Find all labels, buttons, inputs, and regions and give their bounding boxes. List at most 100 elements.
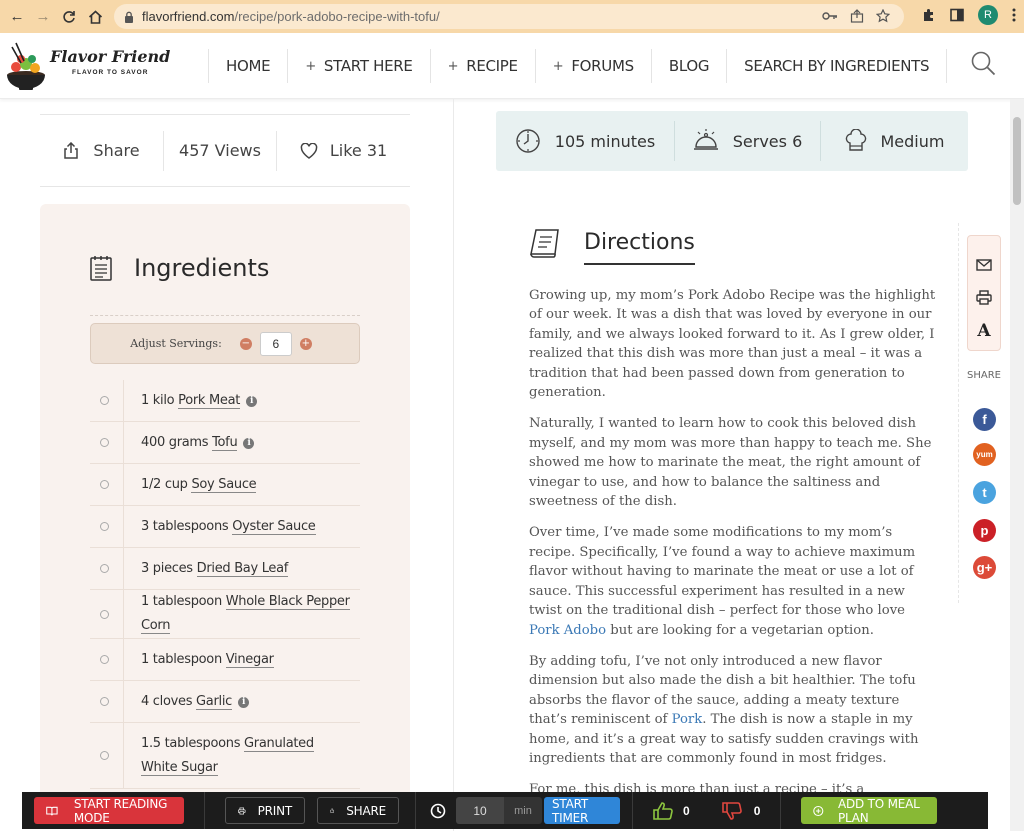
ingredient-checkbox[interactable] bbox=[100, 751, 109, 760]
likes-count: 0 bbox=[683, 803, 690, 818]
ingredient-row: 3 pieces Dried Bay Leaf bbox=[90, 548, 360, 590]
ingredient-link[interactable]: Oyster Sauce bbox=[232, 518, 316, 535]
ingredients-title: Ingredients bbox=[134, 254, 270, 282]
pinterest-share-button[interactable]: p bbox=[973, 519, 996, 542]
ingredient-checkbox[interactable] bbox=[100, 564, 109, 573]
font-size-button[interactable]: A bbox=[968, 314, 1000, 347]
thumbs-down-button[interactable]: 0 bbox=[721, 801, 760, 820]
ingredient-row: 400 grams Tofu i bbox=[90, 422, 360, 464]
nav-recipe[interactable]: + RECIPE bbox=[429, 49, 535, 83]
ingredient-checkbox[interactable] bbox=[100, 438, 109, 447]
extensions-icon[interactable] bbox=[922, 8, 936, 22]
forward-icon[interactable]: → bbox=[30, 4, 56, 30]
timer-unit: min bbox=[504, 797, 542, 824]
nav-forums[interactable]: + FORUMS bbox=[534, 49, 651, 83]
nav-start-here-label: START HERE bbox=[323, 57, 413, 75]
row-divider bbox=[123, 380, 124, 421]
yummly-share-button[interactable]: yum bbox=[973, 443, 996, 466]
bookmark-star-icon[interactable] bbox=[876, 9, 890, 23]
timer-value[interactable]: 10 bbox=[456, 797, 504, 824]
info-icon[interactable]: i bbox=[246, 395, 258, 407]
search-icon[interactable] bbox=[970, 50, 996, 76]
thumbs-up-button[interactable]: 0 bbox=[653, 801, 690, 820]
reload-icon[interactable] bbox=[56, 4, 82, 30]
share-icon bbox=[330, 808, 334, 813]
ingredient-checkbox[interactable] bbox=[100, 655, 109, 664]
row-divider bbox=[123, 723, 124, 788]
ingredient-link[interactable]: Dried Bay Leaf bbox=[196, 560, 288, 577]
directions-title: Directions bbox=[584, 230, 695, 265]
google-plus-icon: g+ bbox=[976, 560, 993, 575]
ingredient-link[interactable]: Soy Sauce bbox=[191, 476, 257, 493]
ingredient-text: 1 kilo Pork Meat i bbox=[141, 389, 258, 413]
like-button[interactable]: Like 31 bbox=[276, 130, 410, 171]
ingredient-quantity: 1 kilo bbox=[141, 392, 175, 408]
row-divider bbox=[123, 422, 124, 463]
plus-circle-icon bbox=[813, 805, 824, 816]
site-logo[interactable]: Flavor Friend FLAVOR TO SAVOR bbox=[2, 37, 172, 93]
pinterest-icon: p bbox=[980, 523, 989, 538]
home-icon[interactable] bbox=[82, 4, 108, 30]
decrease-servings-button[interactable]: − bbox=[239, 337, 252, 350]
ingredient-quantity: 1.5 tablespoons bbox=[141, 735, 241, 751]
facebook-icon: f bbox=[982, 412, 987, 427]
ingredient-link[interactable]: Pork Meat bbox=[178, 392, 240, 409]
clock-icon bbox=[516, 129, 540, 153]
address-bar[interactable]: flavorfriend.com/recipe/pork-adobo-recip… bbox=[114, 4, 904, 29]
ingredient-checkbox[interactable] bbox=[100, 522, 109, 531]
divider bbox=[90, 315, 360, 316]
key-icon[interactable] bbox=[822, 11, 838, 21]
back-icon[interactable]: ← bbox=[4, 4, 30, 30]
cloche-icon bbox=[693, 129, 718, 150]
side-panel-icon[interactable] bbox=[950, 8, 964, 22]
start-reading-mode-button[interactable]: START READING MODE bbox=[34, 797, 184, 825]
start-timer-button[interactable]: START TIMER bbox=[544, 797, 620, 825]
tools-rail: A bbox=[967, 235, 1001, 351]
inline-link[interactable]: Pork Adobo bbox=[529, 623, 606, 638]
servings-input[interactable]: 6 bbox=[259, 331, 292, 356]
print-recipe-button[interactable]: PRINT bbox=[225, 797, 305, 824]
nav-start-here[interactable]: + START HERE bbox=[287, 49, 429, 83]
ingredient-link[interactable]: Vinegar bbox=[225, 651, 274, 668]
ingredient-text: 1/2 cup Soy Sauce bbox=[141, 473, 257, 497]
ingredient-row: 3 tablespoons Oyster Sauce bbox=[90, 506, 360, 548]
ingredient-link[interactable]: Tofu bbox=[212, 434, 238, 451]
google-plus-share-button[interactable]: g+ bbox=[973, 556, 996, 579]
add-to-meal-plan-button[interactable]: ADD TO MEAL PLAN bbox=[801, 796, 938, 825]
profile-avatar[interactable]: R bbox=[978, 5, 998, 25]
facebook-share-button[interactable]: f bbox=[973, 408, 996, 431]
share-page-icon[interactable] bbox=[850, 9, 864, 23]
ingredient-checkbox[interactable] bbox=[100, 697, 109, 706]
twitter-share-button[interactable]: t bbox=[973, 481, 996, 504]
ingredient-quantity: 3 pieces bbox=[141, 560, 193, 576]
logo-name: Flavor Friend bbox=[50, 47, 171, 66]
ingredient-checkbox[interactable] bbox=[100, 396, 109, 405]
site-header: Flavor Friend FLAVOR TO SAVOR HOME + STAR… bbox=[0, 33, 1024, 99]
chef-hat-icon bbox=[845, 129, 866, 151]
ingredient-checkbox[interactable] bbox=[100, 609, 109, 619]
add-to-meal-plan-label: ADD TO MEAL PLAN bbox=[837, 796, 920, 825]
nav-blog[interactable]: BLOG bbox=[650, 49, 726, 83]
print-button[interactable] bbox=[968, 281, 1000, 314]
ingredients-panel: Ingredients Adjust Servings: − 6 + 1 kil… bbox=[40, 204, 410, 804]
nav-search-by-ingredients[interactable]: SEARCH BY INGREDIENTS bbox=[726, 49, 948, 83]
directions-paragraph: Growing up, my mom’s Pork Adobo Recipe w… bbox=[529, 286, 937, 402]
inline-link[interactable]: Pork bbox=[672, 712, 703, 727]
ingredient-checkbox[interactable] bbox=[100, 480, 109, 489]
toolbar-divider bbox=[780, 792, 782, 829]
ingredient-quantity: 1 tablespoon bbox=[141, 651, 222, 667]
timer-minutes-input[interactable]: 10 min bbox=[456, 797, 542, 824]
share-button[interactable]: Share bbox=[40, 131, 163, 171]
info-icon[interactable]: i bbox=[243, 437, 255, 449]
ingredient-link[interactable]: Garlic bbox=[196, 693, 232, 710]
scrollbar-thumb[interactable] bbox=[1013, 117, 1021, 205]
nav-home[interactable]: HOME bbox=[208, 49, 287, 83]
info-icon[interactable]: i bbox=[238, 696, 249, 708]
directions-paragraph: By adding tofu, I’ve not only introduced… bbox=[529, 652, 937, 768]
share-recipe-button[interactable]: SHARE bbox=[317, 797, 399, 824]
email-button[interactable] bbox=[968, 248, 1000, 281]
page-scrollbar[interactable] bbox=[1010, 99, 1024, 831]
increase-servings-button[interactable]: + bbox=[299, 337, 312, 350]
book-icon bbox=[46, 806, 58, 816]
browser-menu-icon[interactable] bbox=[1012, 8, 1016, 22]
